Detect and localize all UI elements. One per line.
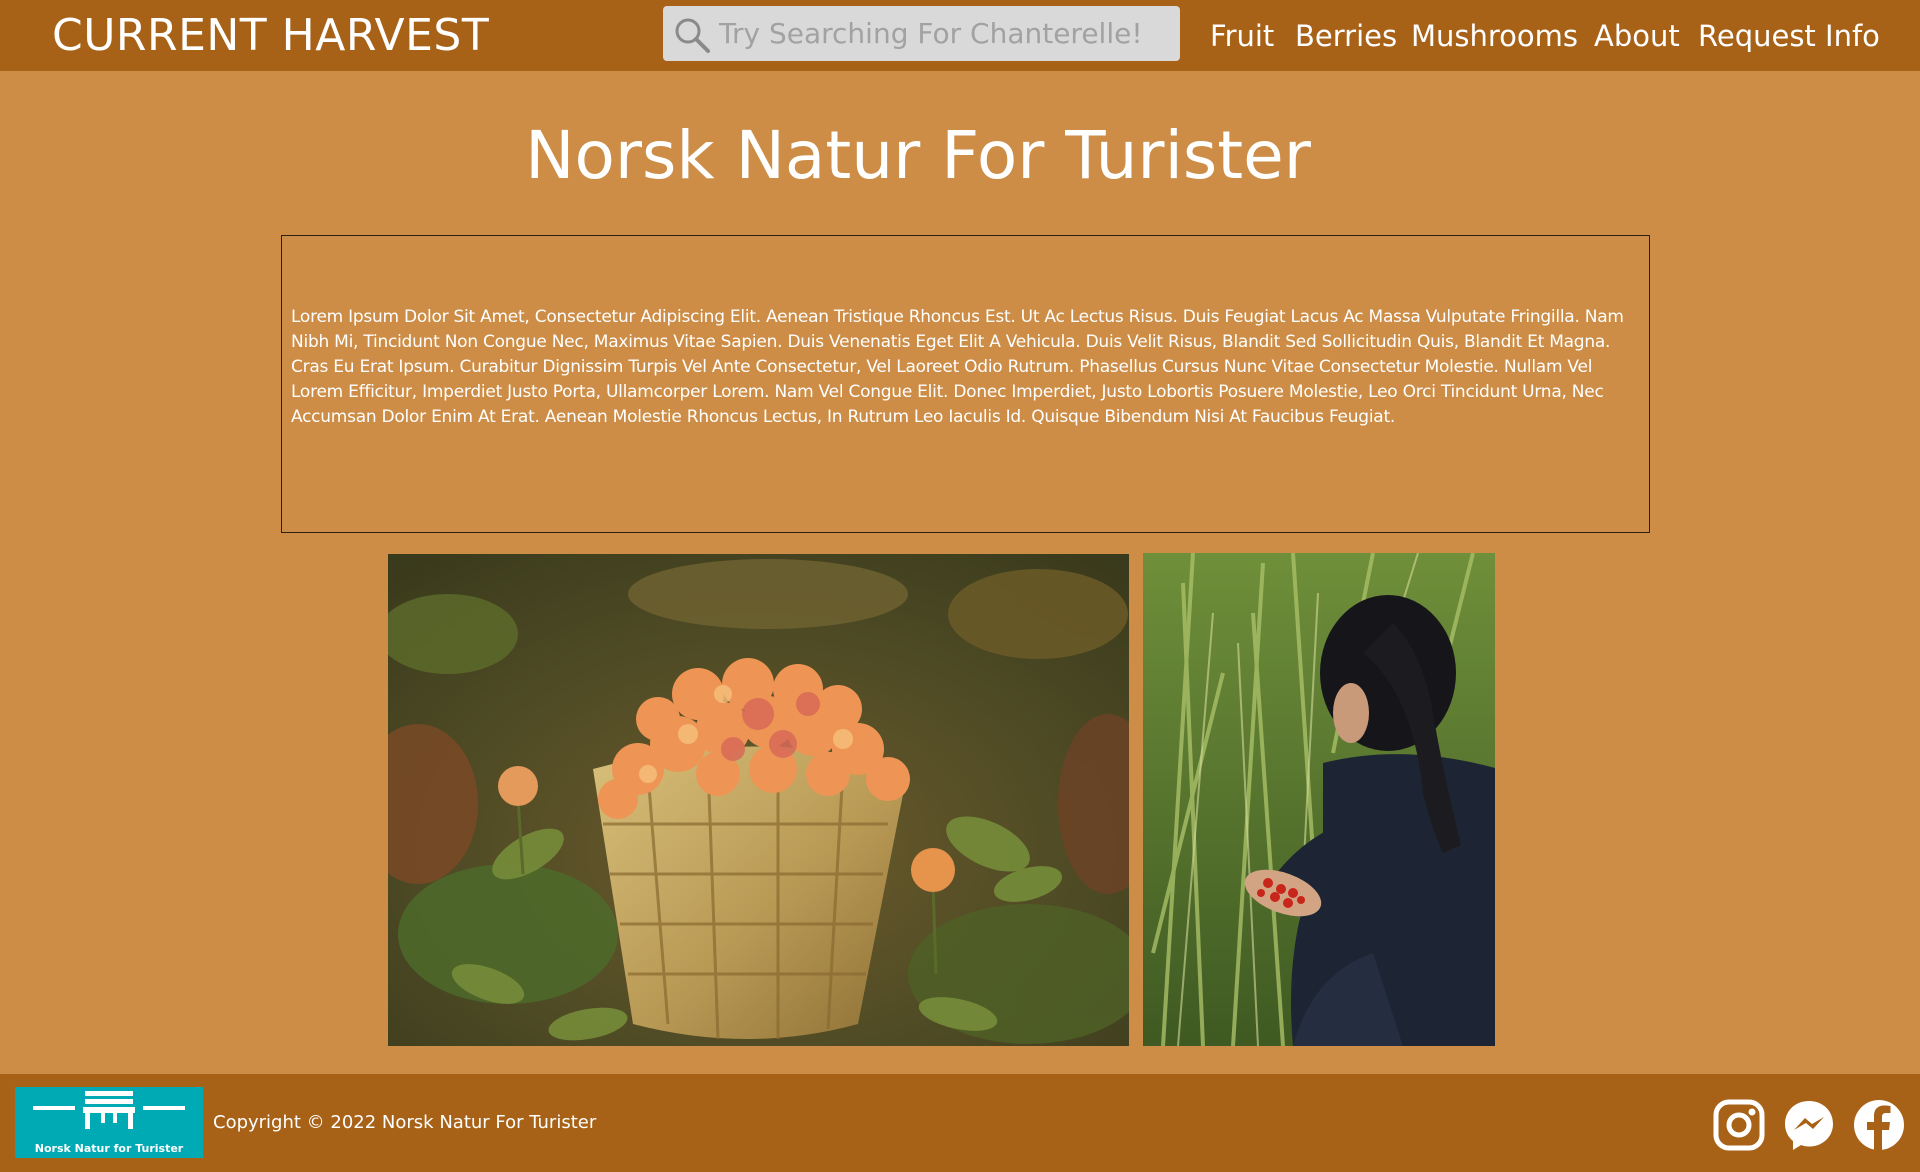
instagram-icon[interactable] <box>1712 1098 1766 1152</box>
nav-mushrooms[interactable]: Mushrooms <box>1411 13 1578 59</box>
nav-fruit[interactable]: Fruit <box>1210 13 1274 59</box>
bench-icon <box>33 1091 185 1129</box>
nav-berries[interactable]: Berries <box>1295 13 1397 59</box>
logo-text: Norsk Natur for Turister <box>34 1142 184 1155</box>
nav-request-info[interactable]: Request Info <box>1698 13 1880 59</box>
intro-text-box: Lorem Ipsum Dolor Sit Amet, Consectetur … <box>281 235 1650 533</box>
messenger-icon[interactable] <box>1782 1098 1836 1152</box>
intro-paragraph: Lorem Ipsum Dolor Sit Amet, Consectetur … <box>291 307 1624 427</box>
woman-picking-berries-photo <box>1143 553 1495 1046</box>
nav-about[interactable]: About <box>1594 13 1680 59</box>
cloudberry-basket-photo <box>388 554 1129 1046</box>
page-title: Norsk Natur For Turister <box>525 117 1311 194</box>
footer: Norsk Natur for Turister Copyright © 202… <box>0 1074 1920 1172</box>
site-logo[interactable]: Norsk Natur for Turister <box>15 1087 203 1158</box>
top-navigation-bar: CURRENT HARVEST Fruit Berries Mushrooms … <box>0 0 1920 71</box>
main-nav: Fruit Berries Mushrooms About Request In… <box>0 13 1920 59</box>
facebook-icon[interactable] <box>1852 1098 1906 1152</box>
copyright-text: Copyright © 2022 Norsk Natur For Turiste… <box>213 1112 597 1133</box>
